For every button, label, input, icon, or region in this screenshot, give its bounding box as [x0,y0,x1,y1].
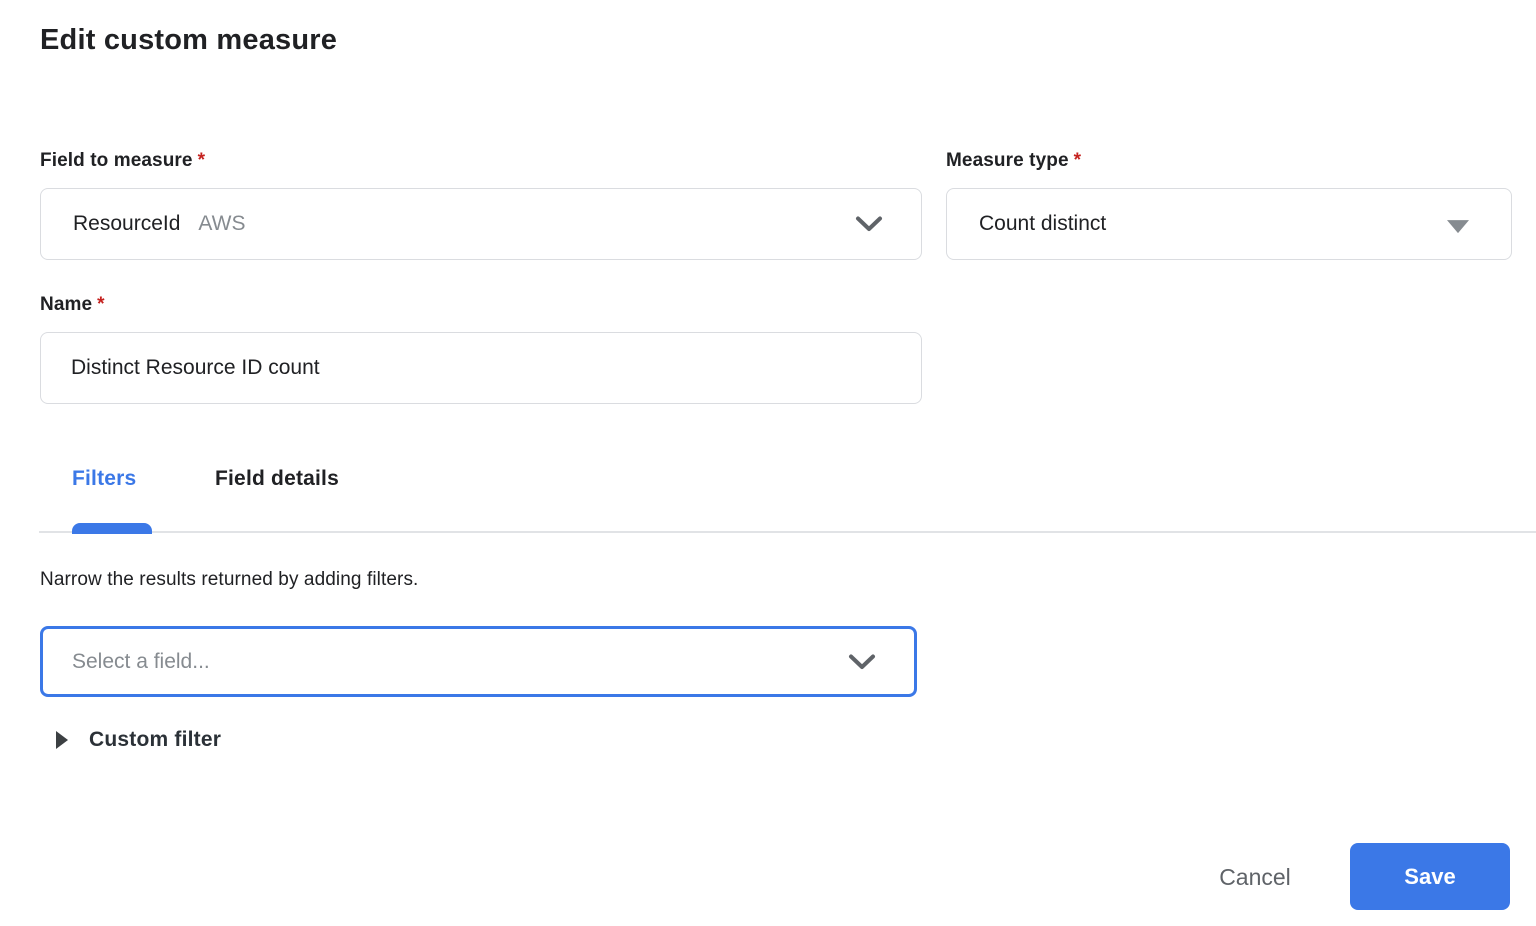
field-to-measure-select[interactable]: ResourceId AWS [40,188,922,260]
measure-type-value: Count distinct [979,212,1107,235]
tab-field-details[interactable]: Field details [215,467,339,491]
field-to-measure-value: ResourceId [73,212,181,235]
required-asterisk: * [1073,150,1082,171]
measure-type-select[interactable]: Count distinct [946,188,1512,260]
tab-filters[interactable]: Filters [72,467,136,491]
save-button[interactable]: Save [1350,843,1510,910]
required-asterisk: * [97,294,105,315]
field-to-measure-label: Field to measure * [40,150,206,171]
filter-field-select[interactable]: Select a field... [40,626,917,697]
required-asterisk: * [197,150,206,171]
name-input[interactable] [40,332,922,404]
name-label: Name * [40,294,105,315]
page-title: Edit custom measure [40,24,338,56]
filters-description: Narrow the results returned by adding fi… [40,569,419,590]
chevron-down-icon [856,216,882,231]
tab-divider [39,531,1536,533]
chevron-down-icon [849,654,875,669]
triangle-down-icon [1447,220,1469,234]
edit-custom-measure-panel: Edit custom measure Field to measure * Re… [0,0,1536,926]
active-tab-indicator [72,523,152,534]
measure-type-label: Measure type * [946,150,1082,171]
disclosure-triangle-right-icon [56,731,68,749]
custom-filter-label: Custom filter [89,728,222,751]
filter-field-placeholder: Select a field... [72,649,210,673]
cancel-button[interactable]: Cancel [1185,852,1325,902]
field-to-measure-source-tag: AWS [198,212,246,235]
custom-filter-toggle[interactable]: Custom filter [40,724,229,756]
